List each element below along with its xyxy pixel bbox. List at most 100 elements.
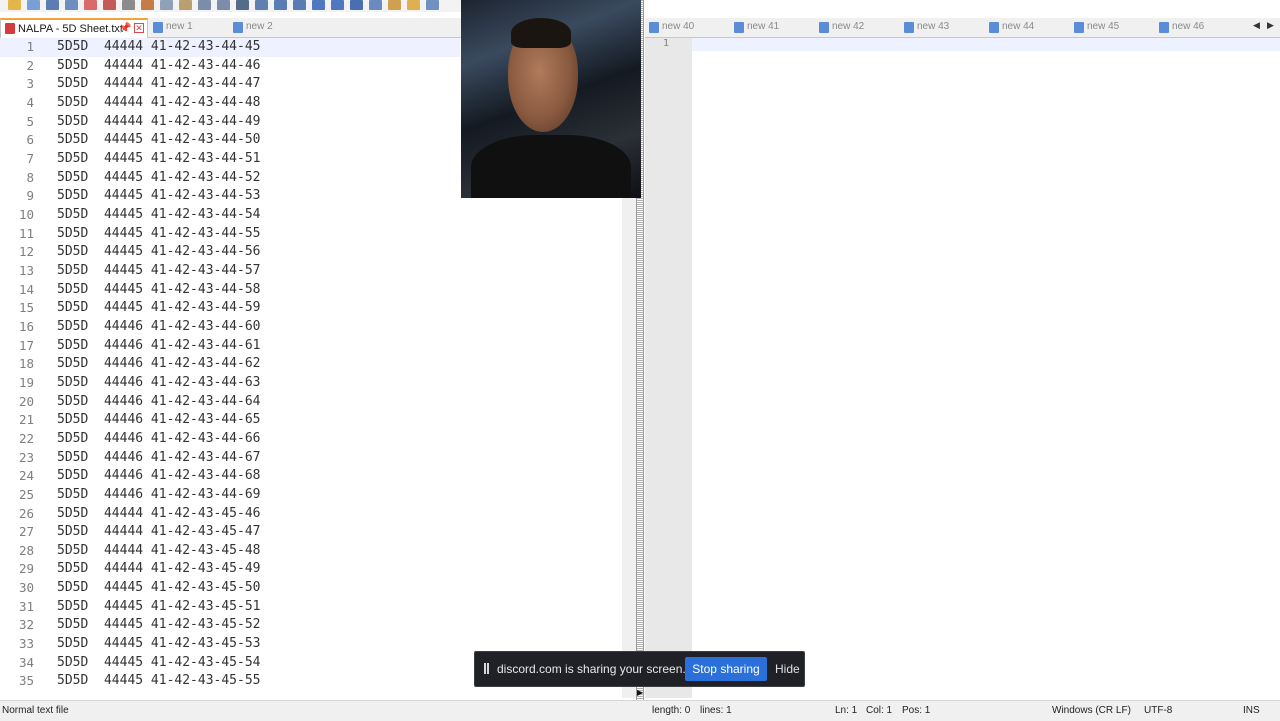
- editor-line[interactable]: 1 5D5D 44444 41-42-43-44-45: [0, 38, 460, 57]
- editor-line[interactable]: 26 5D5D 44444 41-42-43-45-46: [0, 505, 636, 524]
- line-number: 31: [18, 598, 34, 614]
- redo-icon[interactable]: [217, 0, 230, 10]
- line-text: 5D5D 44445 41-42-43-45-51: [57, 598, 261, 614]
- line-number: 9: [26, 188, 34, 204]
- line-text: 5D5D 44445 41-42-43-45-52: [57, 617, 261, 633]
- paste-icon[interactable]: [179, 0, 192, 10]
- tab-nalpa-5d-sheet[interactable]: NALPA - 5D Sheet.txt 📌 ✕: [0, 18, 148, 38]
- editor-line[interactable]: 14 5D5D 44445 41-42-43-44-58: [0, 281, 636, 300]
- copy-icon[interactable]: [160, 0, 173, 10]
- tab-new-46[interactable]: new 46: [1155, 18, 1239, 36]
- tab-label: new 44: [1002, 21, 1035, 32]
- print-icon[interactable]: [122, 0, 135, 10]
- status-file-type: Normal text file: [2, 705, 69, 716]
- line-text: 5D5D 44445 41-42-43-44-50: [57, 132, 261, 148]
- tab-new-45[interactable]: new 45: [1070, 18, 1154, 36]
- save-all-icon[interactable]: [65, 0, 78, 10]
- tab-scroll-right-icon[interactable]: ▶: [1267, 20, 1274, 31]
- status-insert-mode[interactable]: INS: [1243, 701, 1260, 721]
- hide-button[interactable]: Hide: [775, 662, 800, 676]
- editor-line[interactable]: 28 5D5D 44444 41-42-43-45-48: [0, 542, 636, 561]
- close-all-icon[interactable]: [103, 0, 116, 10]
- editor-line[interactable]: 32 5D5D 44445 41-42-43-45-52: [0, 616, 636, 635]
- editor-line[interactable]: 13 5D5D 44445 41-42-43-44-57: [0, 262, 636, 281]
- editor-line[interactable]: 11 5D5D 44445 41-42-43-44-55: [0, 225, 636, 244]
- tab-new-42[interactable]: new 42: [815, 18, 899, 36]
- editor-line[interactable]: 23 5D5D 44446 41-42-43-44-67: [0, 449, 636, 468]
- editor-line[interactable]: 16 5D5D 44446 41-42-43-44-60: [0, 318, 636, 337]
- tab-new-41[interactable]: new 41: [730, 18, 814, 36]
- status-pos: Pos: 1: [902, 705, 931, 716]
- file-icon: [904, 22, 914, 33]
- editor-line[interactable]: 30 5D5D 44445 41-42-43-45-50: [0, 579, 636, 598]
- pause-icon: [484, 663, 489, 674]
- new-file-icon[interactable]: [8, 0, 21, 10]
- editor-line[interactable]: 22 5D5D 44446 41-42-43-44-66: [0, 430, 636, 449]
- editor-line[interactable]: 21 5D5D 44446 41-42-43-44-65: [0, 411, 636, 430]
- right-line-number: 1: [662, 38, 669, 49]
- line-number: 26: [18, 505, 34, 521]
- line-number: 25: [18, 486, 34, 502]
- editor-line[interactable]: 25 5D5D 44446 41-42-43-44-69: [0, 486, 636, 505]
- close-tab-icon[interactable]: ✕: [134, 23, 144, 33]
- editor-line[interactable]: 27 5D5D 44444 41-42-43-45-47: [0, 523, 636, 542]
- word-wrap-icon[interactable]: [350, 0, 363, 10]
- share-message: discord.com is sharing your screen.: [497, 662, 686, 676]
- webcam-person-hair: [511, 18, 571, 48]
- zoom-in-icon[interactable]: [274, 0, 287, 10]
- show-all-chars-icon[interactable]: [369, 0, 382, 10]
- document-map-icon[interactable]: [426, 0, 439, 10]
- tab-label: new 45: [1087, 21, 1120, 32]
- line-number: 34: [18, 654, 34, 670]
- editor-line[interactable]: 18 5D5D 44446 41-42-43-44-62: [0, 355, 636, 374]
- editor-line[interactable]: 20 5D5D 44446 41-42-43-44-64: [0, 393, 636, 412]
- indent-guide-icon[interactable]: [388, 0, 401, 10]
- right-current-line[interactable]: [692, 38, 1280, 51]
- undo-icon[interactable]: [198, 0, 211, 10]
- stop-sharing-button[interactable]: Stop sharing: [685, 657, 767, 681]
- editor-line[interactable]: 24 5D5D 44446 41-42-43-44-68: [0, 467, 636, 486]
- splitter-arrow-icon[interactable]: ▶: [637, 688, 643, 697]
- editor-line[interactable]: 10 5D5D 44445 41-42-43-44-54: [0, 206, 636, 225]
- status-col: Col: 1: [866, 705, 893, 716]
- tab-new-43[interactable]: new 43: [900, 18, 984, 36]
- sync-vertical-icon[interactable]: [312, 0, 325, 10]
- editor-line[interactable]: 19 5D5D 44446 41-42-43-44-63: [0, 374, 636, 393]
- line-number: 32: [18, 617, 34, 633]
- sync-horizontal-icon[interactable]: [331, 0, 344, 10]
- line-number: 13: [18, 262, 34, 278]
- tab-new-44[interactable]: new 44: [985, 18, 1069, 36]
- line-number: 11: [18, 225, 34, 241]
- open-file-icon[interactable]: [27, 0, 40, 10]
- find-icon[interactable]: [236, 0, 249, 10]
- replace-icon[interactable]: [255, 0, 268, 10]
- editor-line[interactable]: 29 5D5D 44444 41-42-43-45-49: [0, 560, 636, 579]
- zoom-out-icon[interactable]: [293, 0, 306, 10]
- screen-share-notification: discord.com is sharing your screen. Stop…: [474, 651, 805, 687]
- tab-new-40[interactable]: new 40: [645, 18, 729, 36]
- line-number: 24: [18, 468, 34, 484]
- editor-line[interactable]: 17 5D5D 44446 41-42-43-44-61: [0, 337, 636, 356]
- pin-icon[interactable]: 📌: [119, 20, 131, 38]
- save-icon[interactable]: [46, 0, 59, 10]
- editor-line[interactable]: 12 5D5D 44445 41-42-43-44-56: [0, 243, 636, 262]
- editor-line[interactable]: 31 5D5D 44445 41-42-43-45-51: [0, 598, 636, 617]
- line-text: 5D5D 44446 41-42-43-44-62: [57, 356, 261, 372]
- line-text: 5D5D 44444 41-42-43-44-49: [57, 113, 261, 129]
- tab-new-1[interactable]: new 1: [149, 18, 227, 36]
- line-number: 2: [26, 57, 34, 73]
- tab-label: new 41: [747, 21, 780, 32]
- tab-new-2[interactable]: new 2: [229, 18, 307, 36]
- line-text: 5D5D 44446 41-42-43-44-67: [57, 449, 261, 465]
- file-icon: [233, 22, 243, 33]
- tab-label: new 42: [832, 21, 865, 32]
- folder-icon[interactable]: [407, 0, 420, 10]
- tab-label: new 1: [166, 21, 193, 32]
- cut-icon[interactable]: [141, 0, 154, 10]
- status-eol[interactable]: Windows (CR LF): [1052, 701, 1131, 721]
- tab-scroll-left-icon[interactable]: ◀: [1253, 20, 1260, 31]
- close-icon[interactable]: [84, 0, 97, 10]
- editor-line[interactable]: 15 5D5D 44445 41-42-43-44-59: [0, 299, 636, 318]
- line-number: 27: [18, 524, 34, 540]
- status-encoding[interactable]: UTF-8: [1144, 701, 1172, 721]
